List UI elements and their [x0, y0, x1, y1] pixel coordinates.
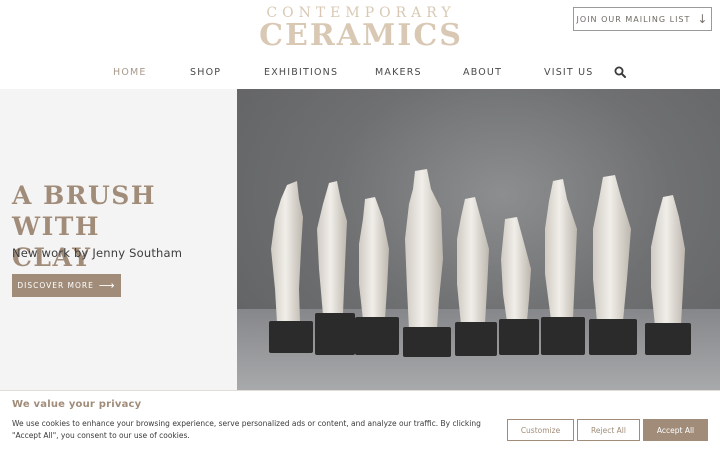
figure-6	[499, 217, 539, 355]
cookie-consent-banner: We value your privacy We use cookies to …	[0, 390, 720, 450]
hero-text-panel: A BRUSH WITH CLAY New work by Jenny Sout…	[0, 89, 237, 390]
nav-item-shop[interactable]: SHOP	[190, 67, 221, 78]
cookie-title: We value your privacy	[12, 399, 142, 410]
figure-9	[645, 195, 691, 355]
figure-4	[403, 169, 451, 357]
search-icon[interactable]	[614, 66, 626, 78]
nav-item-home[interactable]: HOME	[113, 67, 147, 78]
hero-image	[237, 89, 720, 390]
reject-all-button[interactable]: Reject All	[577, 419, 640, 441]
figure-5	[455, 197, 497, 356]
discover-more-button[interactable]: DISCOVER MORE ⟶	[12, 274, 121, 297]
nav-item-exhibitions[interactable]: EXHIBITIONS	[264, 67, 338, 78]
ceramic-figures-illustration	[269, 169, 691, 357]
arrow-down-icon: ↓	[697, 12, 709, 26]
cookie-text: We use cookies to enhance your browsing …	[12, 419, 481, 440]
hero-title-line-1: A BRUSH WITH	[12, 181, 156, 241]
figure-1	[269, 181, 313, 353]
discover-more-label: DISCOVER MORE	[17, 281, 94, 290]
nav-item-about[interactable]: ABOUT	[463, 67, 502, 78]
mailing-list-label: JOIN OUR MAILING LIST	[576, 14, 691, 24]
hero-subtitle: New work by Jenny Southam	[12, 246, 183, 260]
figure-8	[589, 175, 637, 355]
nav-item-makers[interactable]: MAKERS	[375, 67, 422, 78]
nav-item-visit-us[interactable]: VISIT US	[544, 67, 594, 78]
figure-7	[541, 179, 585, 355]
figure-3	[355, 197, 399, 355]
figure-2	[315, 181, 355, 355]
accept-all-button[interactable]: Accept All	[643, 419, 708, 441]
site-header: CONTEMPORARY CERAMICS JOIN OUR MAILING L…	[0, 0, 720, 89]
long-arrow-right-icon: ⟶	[98, 278, 116, 292]
site-logo[interactable]: CONTEMPORARY CERAMICS	[256, 5, 466, 51]
logo-bottom-text: CERAMICS	[259, 18, 463, 53]
join-mailing-list-button[interactable]: JOIN OUR MAILING LIST ↓	[573, 7, 712, 31]
customize-button[interactable]: Customize	[507, 419, 574, 441]
main-nav: HOME SHOP EXHIBITIONS MAKERS ABOUT VISIT…	[0, 62, 720, 82]
